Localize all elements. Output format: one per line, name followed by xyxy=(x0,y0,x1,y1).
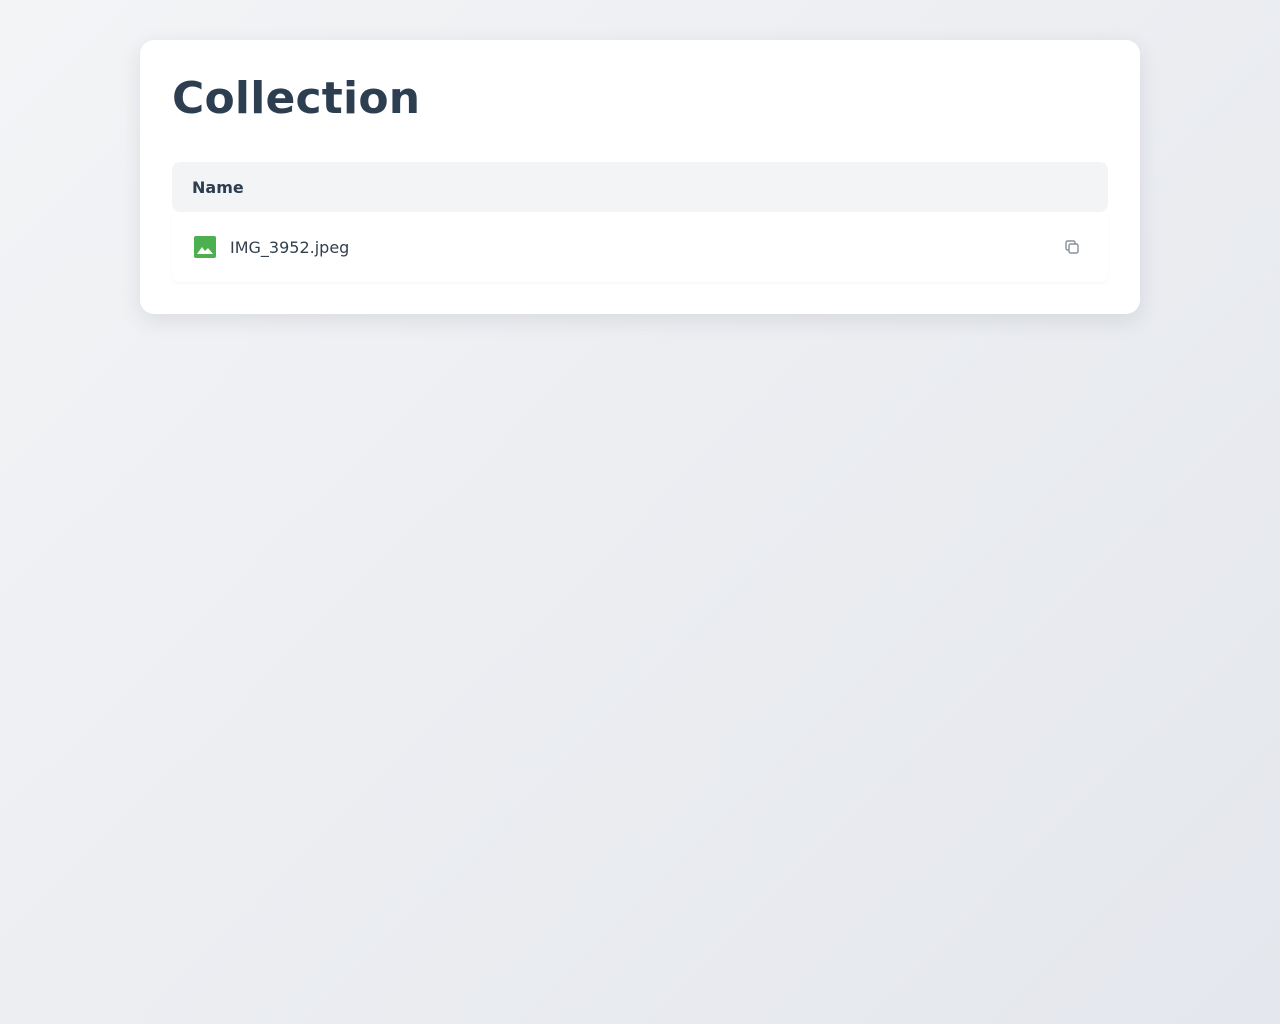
copy-icon[interactable] xyxy=(1062,237,1082,257)
collection-card: Collection Name IMG_3952.jpeg xyxy=(140,40,1140,314)
file-name[interactable]: IMG_3952.jpeg xyxy=(230,238,1062,257)
image-icon xyxy=(194,236,216,258)
table-row[interactable]: IMG_3952.jpeg xyxy=(172,212,1108,282)
page-title: Collection xyxy=(172,73,421,124)
column-header-name[interactable]: Name xyxy=(192,178,244,197)
file-table: Name IMG_3952.jpeg xyxy=(172,162,1108,282)
table-header: Name xyxy=(172,162,1108,212)
